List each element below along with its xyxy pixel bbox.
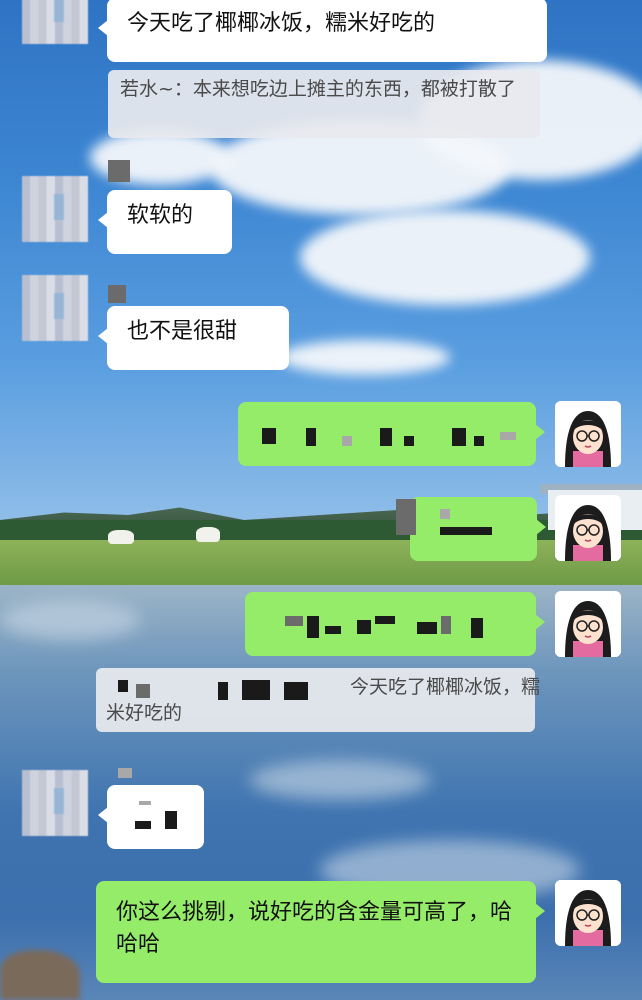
message-text — [238, 402, 536, 422]
message-text: 也不是很甜 — [127, 319, 238, 344]
quoted-text: 若水~：本来想吃边上摊主的东西，都被打散了 — [120, 78, 516, 100]
redaction-block — [139, 801, 151, 805]
redaction-block — [357, 620, 371, 634]
quoted-reply[interactable]: 今天吃了椰椰冰饭，糯米好吃的 — [96, 668, 540, 732]
cloud — [280, 340, 450, 375]
redaction-block — [417, 622, 437, 634]
cloud-reflection — [250, 760, 430, 800]
rock — [0, 950, 80, 1000]
self-avatar[interactable] — [555, 495, 621, 561]
redaction-block — [474, 436, 484, 446]
cloud-reflection — [0, 600, 140, 640]
message-bubble-outgoing[interactable] — [238, 402, 545, 466]
quoted-text: 今天吃了椰椰冰饭，糯米好吃的 — [106, 676, 541, 724]
redaction-block — [440, 509, 450, 519]
redaction-block — [135, 821, 151, 829]
message-text: 软软的 — [127, 203, 194, 228]
redaction-block — [285, 616, 303, 626]
redaction-block — [325, 626, 341, 634]
redaction-block — [108, 285, 126, 303]
message-bubble-incoming[interactable] — [98, 785, 204, 849]
chat-background — [0, 0, 642, 1000]
redaction-block — [380, 428, 392, 446]
self-avatar[interactable] — [555, 880, 621, 946]
redaction-block — [375, 616, 395, 624]
redaction-block — [471, 618, 483, 638]
message-bubble-incoming[interactable]: 今天吃了椰椰冰饭，糯米好吃的 — [98, 0, 547, 62]
girl-with-glasses-icon — [555, 401, 621, 467]
redaction-block — [404, 436, 414, 446]
message-text — [410, 497, 537, 517]
redaction-block — [307, 616, 319, 638]
girl-with-glasses-icon — [555, 591, 621, 657]
quoted-reply[interactable]: 若水~：本来想吃边上摊主的东西，都被打散了 — [108, 70, 540, 138]
self-avatar[interactable] — [555, 591, 621, 657]
redaction-block — [306, 428, 316, 446]
redaction-block — [500, 432, 516, 440]
redaction-block — [165, 811, 177, 829]
message-bubble-incoming[interactable]: 也不是很甜 — [98, 306, 289, 370]
message-bubble-incoming[interactable]: 软软的 — [98, 190, 232, 254]
girl-with-glasses-icon — [555, 880, 621, 946]
self-avatar[interactable] — [555, 401, 621, 467]
yurt — [196, 527, 220, 542]
message-bubble-outgoing[interactable] — [245, 592, 545, 656]
message-bubble-outgoing[interactable]: 你这么挑剔，说好吃的含金量可高了，哈哈哈 — [96, 881, 545, 983]
girl-with-glasses-icon — [555, 495, 621, 561]
redaction-block — [118, 768, 132, 778]
message-text: 今天吃了椰椰冰饭，糯米好吃的 — [127, 11, 436, 36]
yurt — [108, 530, 134, 544]
redaction-block — [440, 527, 492, 535]
message-text — [107, 785, 204, 805]
redaction-block — [441, 616, 451, 634]
redaction-block — [342, 436, 352, 446]
message-bubble-outgoing[interactable] — [396, 497, 546, 561]
meadow — [0, 540, 642, 585]
redaction-block — [452, 428, 466, 446]
contact-avatar[interactable] — [22, 176, 88, 242]
contact-avatar[interactable] — [22, 770, 88, 836]
cloud — [300, 210, 590, 305]
redaction-block — [262, 428, 276, 444]
contact-avatar[interactable] — [22, 0, 88, 44]
contact-avatar[interactable] — [22, 275, 88, 341]
message-text: 你这么挑剔，说好吃的含金量可高了，哈哈哈 — [116, 900, 513, 957]
redaction-block — [108, 160, 130, 182]
redaction-block — [396, 499, 416, 535]
message-text — [245, 592, 536, 612]
